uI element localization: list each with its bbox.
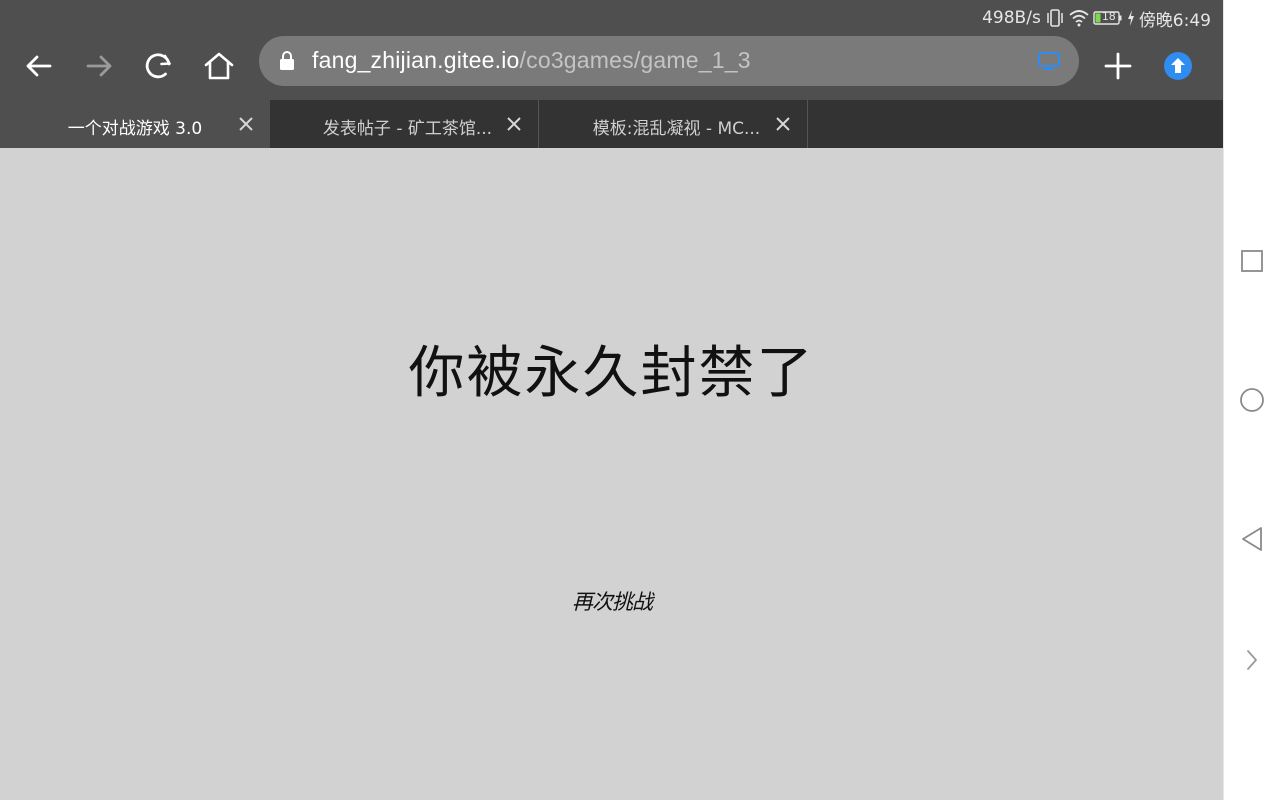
lock-icon [279, 51, 295, 75]
address-bar[interactable]: fang_zhijian.gitee.io/co3games/game_1_3 [259, 36, 1079, 86]
wifi-icon [1069, 9, 1089, 27]
network-speed: 498B/s [982, 8, 1041, 28]
system-nav-bar [1223, 0, 1280, 800]
reload-icon [145, 53, 171, 79]
upload-arrow-icon [1164, 52, 1192, 80]
battery-level: 18 [1101, 10, 1116, 23]
new-tab-button[interactable] [1094, 42, 1142, 90]
status-bar: 498B/s 18 傍晚6:49 [0, 0, 1223, 36]
triangle-back-icon [1242, 527, 1262, 551]
close-icon[interactable] [504, 114, 524, 134]
battery-icon: 18 [1093, 10, 1123, 26]
url-text[interactable]: fang_zhijian.gitee.io/co3games/game_1_3 [312, 47, 751, 74]
screen: 498B/s 18 傍晚6:49 fang_zhijian.gitee.io/c… [0, 0, 1280, 800]
tab-title: 一个对战游戏 3.0 [67, 119, 203, 139]
update-button[interactable] [1154, 42, 1202, 90]
square-icon [1241, 250, 1263, 272]
url-path: /co3games/game_1_3 [519, 47, 751, 73]
status-indicators: 498B/s 18 傍晚6:49 [982, 8, 1211, 31]
tab-title: 发表帖子 - 矿工茶馆... [322, 119, 493, 139]
expand-nav-button[interactable] [1236, 644, 1268, 676]
screen-cast-icon[interactable] [1037, 51, 1061, 75]
vibrate-icon [1045, 9, 1065, 27]
tab-1[interactable]: 一个对战游戏 3.0 [0, 100, 270, 148]
circle-icon [1240, 388, 1264, 412]
home-nav-button[interactable] [1236, 384, 1268, 416]
back-nav-button[interactable] [1236, 523, 1268, 555]
page-content: 你被永久封禁了 再次挑战 [0, 148, 1223, 800]
home-button[interactable] [195, 42, 243, 90]
clock: 傍晚6:49 [1138, 10, 1211, 31]
arrow-right-icon [86, 55, 112, 77]
back-button[interactable] [15, 42, 63, 90]
close-icon[interactable] [236, 114, 256, 134]
tab-2[interactable]: 发表帖子 - 矿工茶馆... [270, 100, 539, 148]
forward-button[interactable] [75, 42, 123, 90]
reload-button[interactable] [135, 42, 183, 90]
retry-button[interactable]: 再次挑战 [562, 586, 662, 616]
recents-button[interactable] [1236, 245, 1268, 277]
arrow-left-icon [26, 55, 52, 77]
tab-strip: 一个对战游戏 3.0 发表帖子 - 矿工茶馆... 模板:混乱凝视 - MC..… [0, 100, 1223, 148]
charging-icon [1127, 10, 1135, 26]
tab-3[interactable]: 模板:混乱凝视 - MC... [539, 100, 808, 148]
home-icon [204, 52, 234, 80]
tab-title: 模板:混乱凝视 - MC... [592, 119, 761, 139]
url-host: fang_zhijian.gitee.io [312, 47, 520, 73]
ban-message: 你被永久封禁了 [408, 341, 815, 406]
chevron-right-icon [1247, 650, 1257, 670]
browser-toolbar: fang_zhijian.gitee.io/co3games/game_1_3 [0, 36, 1223, 100]
close-icon[interactable] [773, 114, 793, 134]
plus-icon [1104, 52, 1132, 80]
browser-window: 498B/s 18 傍晚6:49 fang_zhijian.gitee.io/c… [0, 0, 1223, 800]
